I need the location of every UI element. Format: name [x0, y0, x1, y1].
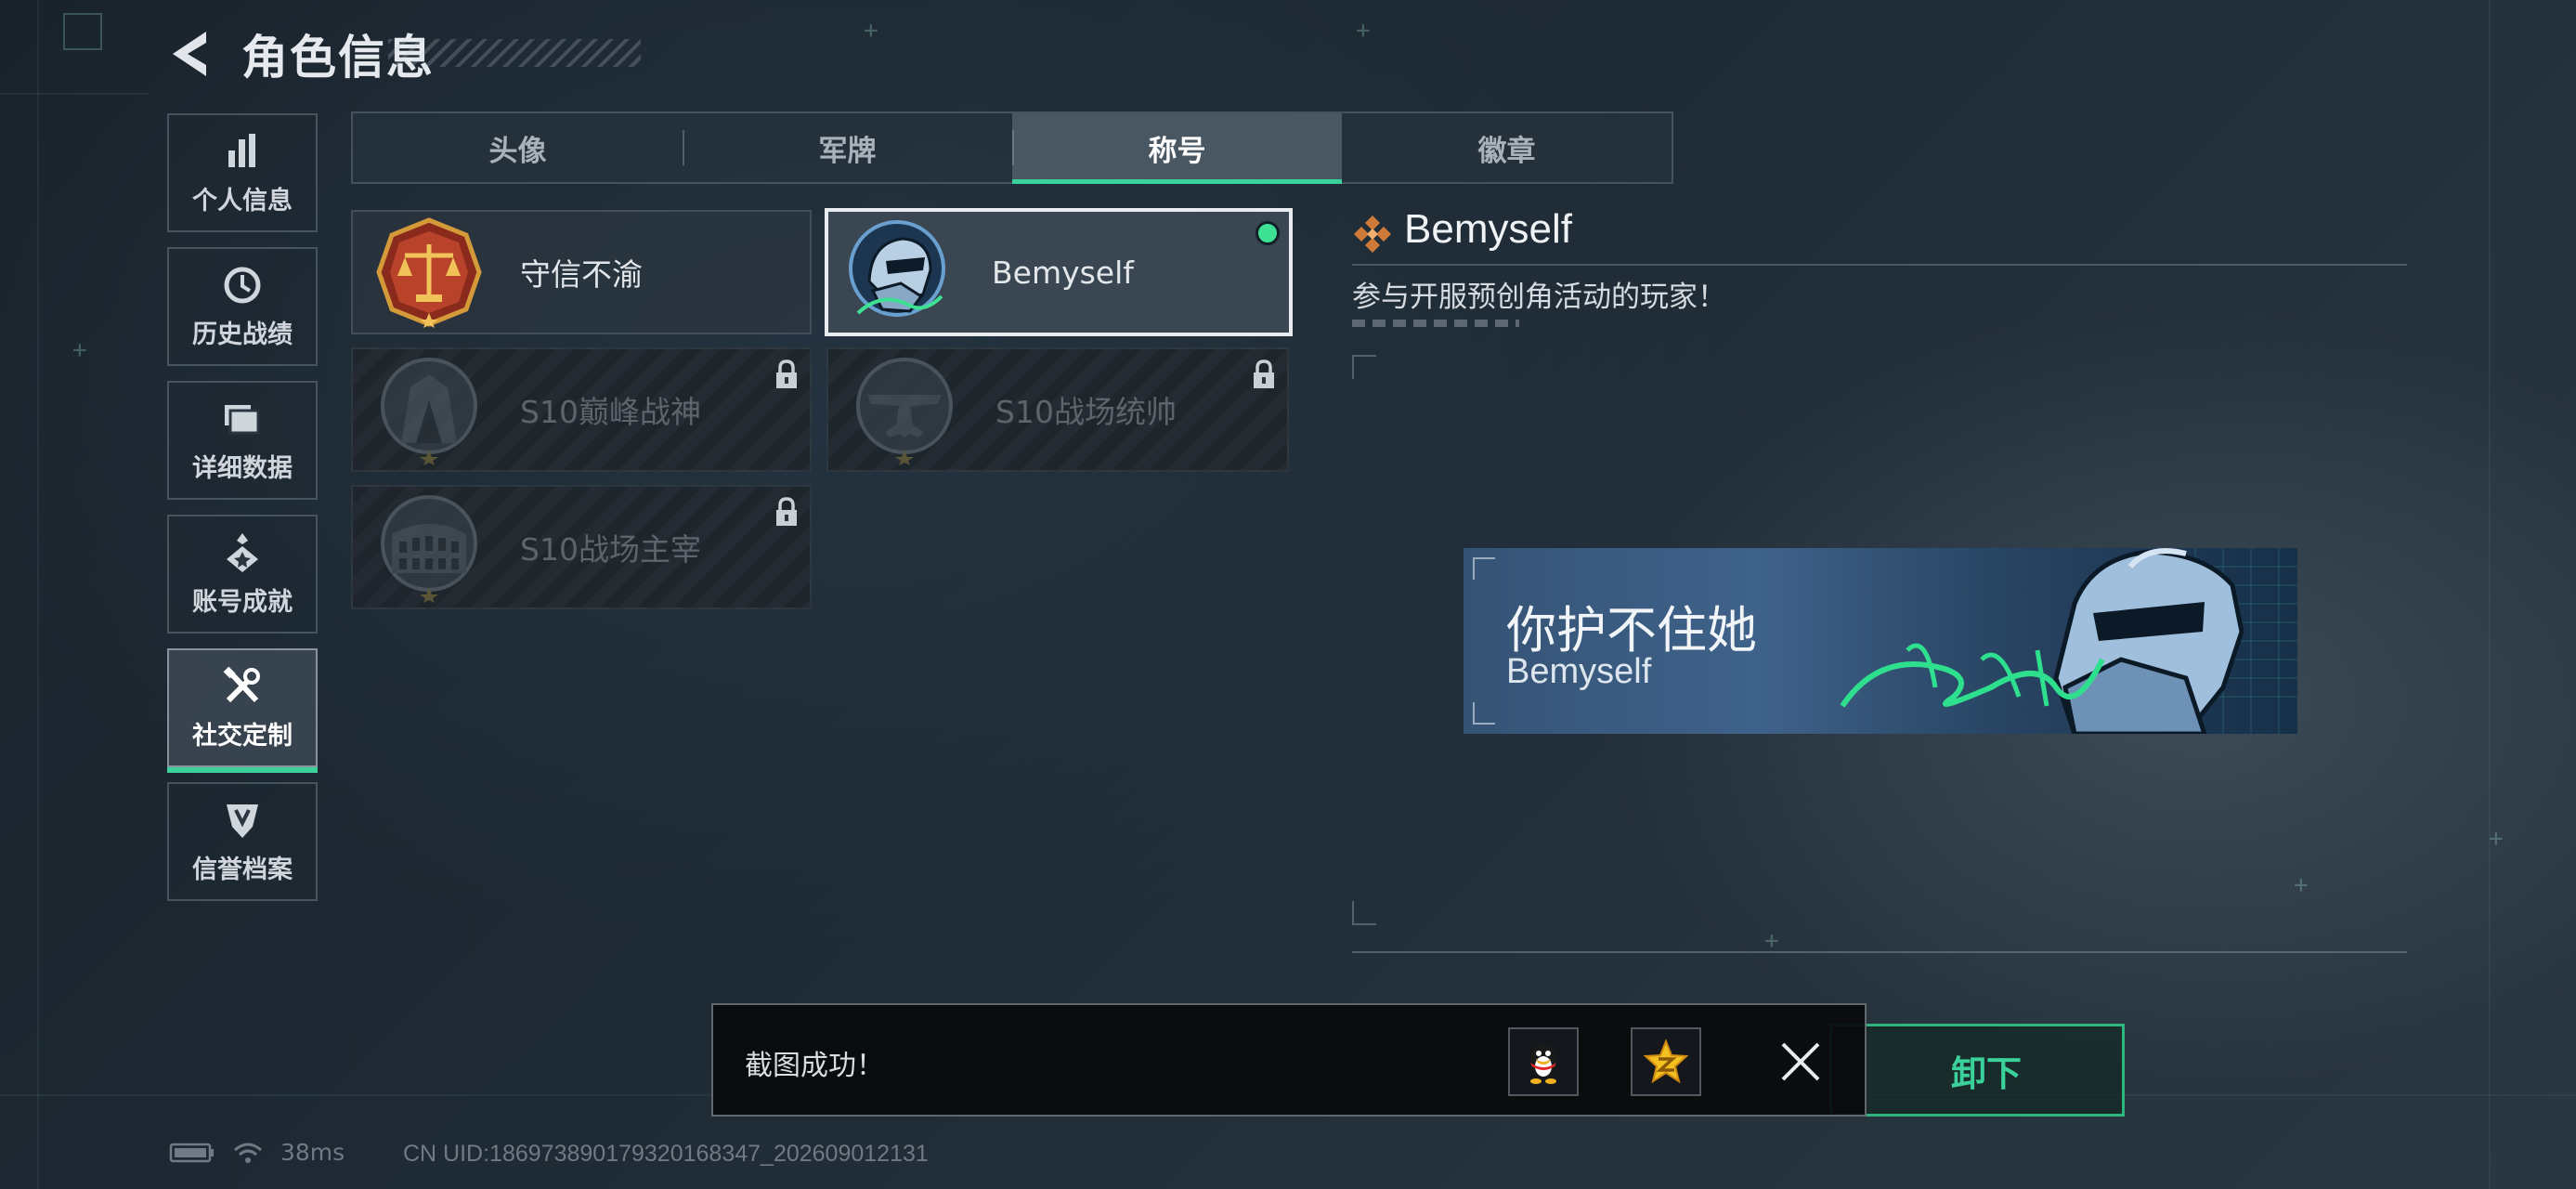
crosshair-decoration: +	[1764, 927, 1779, 955]
sidebar-item-history[interactable]: 历史战绩	[167, 247, 318, 366]
sidebar-item-label: 历史战绩	[192, 320, 293, 349]
share-qzone-button[interactable]	[1631, 1027, 1701, 1096]
frame-corner-decoration	[1352, 901, 1376, 925]
uid-text: CN UID:1869738901793201683​47_2026090121…	[403, 1141, 929, 1167]
grid-line	[2489, 0, 2491, 1189]
wifi-icon	[234, 1143, 262, 1163]
status-bar: 38ms	[169, 1139, 345, 1166]
qzone-star-icon	[1643, 1039, 1689, 1084]
divider	[1352, 264, 2407, 266]
battery-icon	[169, 1143, 214, 1162]
title-card-name: 守信不渝	[520, 256, 643, 293]
lock-icon	[1254, 359, 1274, 388]
grid-line	[0, 93, 149, 95]
clock-icon	[224, 267, 261, 303]
sidebar-item-label: 信誉档案	[192, 855, 293, 884]
lock-icon	[776, 359, 797, 388]
unequip-button[interactable]: 卸下	[1829, 1024, 2125, 1117]
bar-chart-icon	[228, 133, 255, 167]
toast-message: 截图成功！	[745, 1050, 884, 1082]
achievement-icon	[227, 532, 258, 572]
title-card-name: S10战场统帅	[995, 394, 1177, 430]
crosshair-decoration: +	[864, 17, 878, 45]
share-qq-button[interactable]	[1508, 1027, 1579, 1096]
sidebar-item-label: 详细数据	[192, 453, 293, 483]
sidebar-item-label: 账号成就	[192, 587, 293, 617]
ping-value: 38ms	[280, 1139, 345, 1166]
soldier-signature-art	[1796, 548, 2297, 734]
badge-shield-icon	[227, 804, 258, 838]
scales-emblem-icon	[376, 217, 482, 328]
screenshot-toast: 截图成功！	[711, 1003, 1867, 1117]
title-card-locked[interactable]: S10巅峰战神	[351, 347, 812, 472]
tab-bar: 头像 军牌 称号 徽章	[351, 111, 1673, 184]
crosshair-decoration: +	[2489, 825, 2504, 853]
detail-decoration	[1352, 320, 1519, 327]
sidebar-item-personal-info[interactable]: 个人信息	[167, 113, 318, 232]
soldier-emblem-icon	[849, 220, 945, 317]
unequip-button-label: 卸下	[1950, 1052, 2022, 1094]
equipped-indicator	[1255, 221, 1280, 245]
banner-name: Bemyself	[1506, 652, 1652, 691]
title-stripe-decoration	[388, 39, 641, 67]
title-diamond-icon	[1354, 216, 1391, 253]
title-card-locked[interactable]: S10战场主宰	[351, 485, 812, 609]
banner-corner-decoration	[1473, 702, 1495, 725]
tools-icon	[223, 666, 260, 702]
qq-penguin-icon	[1530, 1044, 1556, 1084]
sidebar-item-social-custom[interactable]: 社交定制	[167, 648, 318, 773]
title-card-selected[interactable]: Bemyself	[825, 208, 1293, 336]
sidebar-item-label: 社交定制	[192, 721, 293, 751]
title-card-name: Bemyself	[992, 254, 1134, 291]
detail-description: 参与开服预创角活动的玩家！	[1352, 281, 1726, 314]
close-icon	[1781, 1042, 1820, 1081]
detail-title: Bemyself	[1404, 206, 1572, 252]
grid-line	[37, 0, 39, 1189]
back-arrow-icon	[173, 32, 206, 76]
aircraft-emblem-icon	[856, 358, 953, 465]
folder-icon	[225, 404, 260, 434]
tab-badge[interactable]: 徽章	[1342, 113, 1672, 182]
title-card[interactable]: 守信不渝	[351, 210, 812, 334]
crosshair-decoration: +	[72, 336, 87, 364]
sidebar-item-detailed-data[interactable]: 详细数据	[167, 381, 318, 500]
sidebar-item-achievements[interactable]: 账号成就	[167, 515, 318, 634]
building-emblem-icon	[381, 358, 477, 465]
tab-avatar[interactable]: 头像	[353, 113, 683, 182]
lock-icon	[776, 497, 797, 526]
sidebar-item-credit-profile[interactable]: 信誉档案	[167, 782, 318, 901]
crosshair-decoration: +	[1356, 17, 1371, 45]
title-card-name: S10巅峰战神	[520, 394, 701, 430]
title-banner-preview: 你护不住她 Bemyself	[1464, 548, 2297, 734]
tab-title[interactable]: 称号	[1012, 113, 1342, 184]
divider	[1352, 951, 2407, 953]
sidebar-item-label: 个人信息	[192, 186, 293, 216]
banner-corner-decoration	[1473, 557, 1495, 580]
screen: + + + + + + 角色信息 个人信息 历史战绩 详细数据 账号成就 社交定…	[0, 0, 2576, 1189]
crosshair-decoration: +	[2294, 871, 2309, 899]
frame-corner-decoration	[1352, 355, 1376, 379]
colosseum-emblem-icon	[381, 495, 477, 603]
toast-close-button[interactable]	[1777, 1039, 1824, 1085]
back-button[interactable]	[165, 26, 217, 82]
corner-frame-decoration	[63, 13, 102, 50]
title-card-locked[interactable]: S10战场统帅	[826, 347, 1289, 472]
tab-dog-tag[interactable]: 军牌	[683, 113, 1012, 182]
title-card-name: S10战场主宰	[520, 531, 701, 568]
